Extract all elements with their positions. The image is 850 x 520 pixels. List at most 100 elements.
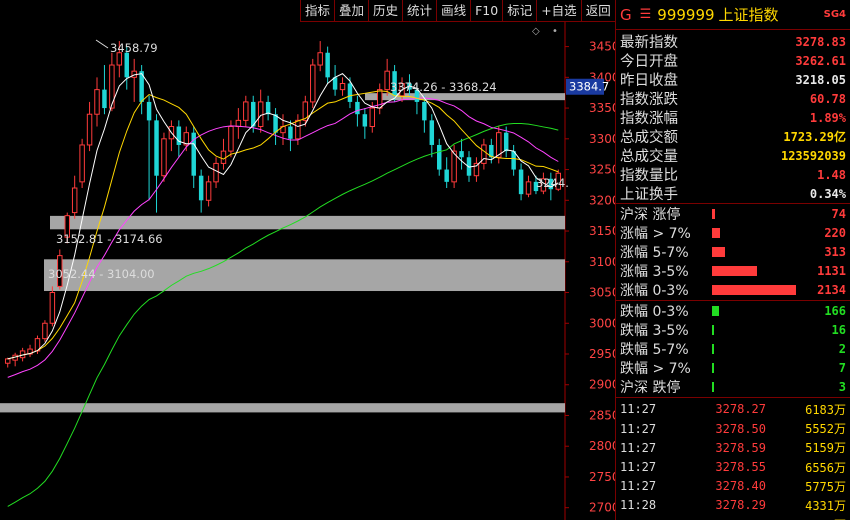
tick-volume: 5875万 [805,516,846,520]
stat-label: 指数涨幅 [620,111,678,127]
candle-body[interactable] [347,83,353,102]
tick-row[interactable]: 11:27 3278.40 5775万 [616,477,850,496]
candle-body[interactable] [355,101,360,115]
breadth-count: 74 [831,206,846,221]
candle-body[interactable] [228,126,234,152]
candle-body[interactable] [525,181,532,195]
candle-body[interactable] [205,181,212,201]
breadth-row[interactable]: 跌幅 5-7% 2 [616,339,850,358]
diamond-icon[interactable]: ◇ [532,26,540,37]
breadth-count: 7 [838,361,846,376]
breadth-row[interactable]: 涨幅 > 7% 220 [616,223,850,242]
f10-button[interactable]: F10 [470,0,502,22]
candle-body[interactable] [257,101,264,128]
breadth-row[interactable]: 涨幅 5-7% 313 [616,242,850,261]
candle-body[interactable] [42,322,48,340]
tick-row[interactable]: 11:27 3278.27 6183万 [616,400,850,419]
group-indicator[interactable]: G [620,6,632,24]
add-watchlist-button[interactable]: +自选 [536,0,580,22]
tick-row[interactable]: 11:28 3278.72 5875万 [616,515,850,520]
breadth-row[interactable]: 沪深 涨停 74 [616,204,850,223]
tick-volume: 6183万 [805,402,846,417]
candle-body[interactable] [102,89,107,109]
candle-body[interactable] [384,70,390,91]
overlay-button[interactable]: 叠加 [334,0,368,22]
breadth-row[interactable]: 涨幅 0-3% 2134 [616,281,850,300]
breadth-label: 跌幅 5-7% [620,341,689,358]
candle-body[interactable] [325,52,330,78]
candle-body[interactable] [429,120,435,145]
candle-body[interactable] [444,169,449,182]
gap-annotation: 3052.44 - 3104.00 [48,267,155,281]
tick-row[interactable]: 11:28 3278.29 4331万 [616,496,850,515]
breadth-row[interactable]: 跌幅 > 7% 7 [616,359,850,378]
tick-volume: 5159万 [805,441,846,456]
menu-icon[interactable]: ☰ [640,7,652,22]
candle-body[interactable] [146,101,152,121]
candle-body[interactable] [288,126,293,139]
breadth-label: 跌幅 > 7% [620,361,691,378]
tick-row[interactable]: 11:27 3278.50 5552万 [616,419,850,438]
candle-body[interactable] [220,150,227,164]
stat-value: 60.78 [809,91,846,106]
tick-time: 11:27 [620,421,657,436]
candle-body[interactable] [4,358,11,364]
breadth-row[interactable]: 跌幅 0-3% 166 [616,301,850,320]
tick-time: 11:27 [620,402,657,417]
stat-value: 3262.61 [795,53,846,68]
candle-body[interactable] [235,119,242,128]
tick-row[interactable]: 11:27 3278.55 6556万 [616,457,850,476]
candle-body[interactable] [86,113,93,146]
back-button[interactable]: 返回 [580,0,615,22]
candle-body[interactable] [518,169,524,195]
breadth-bar [712,324,714,335]
statistics-button[interactable]: 统计 [402,0,436,22]
breadth-row[interactable]: 跌幅 3-5% 16 [616,320,850,339]
stat-value: 123592039 [780,148,846,163]
chart-toolbar: 指标 叠加 历史 统计 画线 F10 标记 +自选 返回 [300,0,615,22]
breadth-bar [712,305,719,316]
stat-value: 0.34% [809,186,846,201]
breadth-bar [712,266,757,277]
candle-body[interactable] [94,89,100,115]
chart-canvas[interactable]: 3450340033503300325032003150310030503000… [0,0,615,520]
candle-body[interactable] [459,151,464,158]
candle-body[interactable] [124,52,129,78]
candle-body[interactable] [369,107,376,128]
candle-body[interactable] [213,162,219,183]
candle-body[interactable] [161,138,167,177]
candle-body[interactable] [310,64,316,103]
candle-body[interactable] [437,144,442,170]
y-tick-label: 2800 [589,439,615,453]
candle-body[interactable] [317,52,323,66]
mark-button[interactable]: 标记 [502,0,536,22]
breadth-bar [712,285,796,296]
candle-body[interactable] [198,175,204,201]
market-breadth: 沪深 涨停 74 涨幅 > 7% 220 涨幅 5-7% 313 涨幅 3-5% 11… [616,204,850,398]
candle-body[interactable] [49,292,56,324]
candle-body[interactable] [295,119,301,140]
candlestick-chart[interactable]: 3450340033503300325032003150310030503000… [0,0,615,520]
candle-body[interactable] [339,82,346,91]
y-tick-label: 3000 [589,316,615,330]
tick-list[interactable]: 11:27 3278.27 6183万 11:27 3278.50 5552万 11… [616,398,850,520]
breadth-row[interactable]: 沪深 跌停 3 [616,378,850,397]
stat-row: 上证换手 0.34% [616,184,850,204]
draw-line-button[interactable]: 画线 [436,0,470,22]
candle-body[interactable] [154,120,159,176]
tick-price: 3278.40 [715,479,766,494]
indicator-button[interactable]: 指标 [300,0,334,22]
candle-body[interactable] [362,114,368,127]
candle-body[interactable] [422,101,427,121]
candle-body[interactable] [265,101,271,115]
stat-row: 指数涨跌 60.78 [616,89,850,109]
history-button[interactable]: 历史 [368,0,402,22]
breadth-row[interactable]: 涨幅 3-5% 1131 [616,262,850,281]
stat-value: 3218.05 [795,72,846,87]
candle-body[interactable] [503,132,509,152]
tick-row[interactable]: 11:27 3278.59 5159万 [616,438,850,457]
y-tick-label: 3050 [589,286,615,300]
candle-body[interactable] [71,187,78,214]
candle-body[interactable] [79,144,85,183]
candle-body[interactable] [243,101,249,121]
